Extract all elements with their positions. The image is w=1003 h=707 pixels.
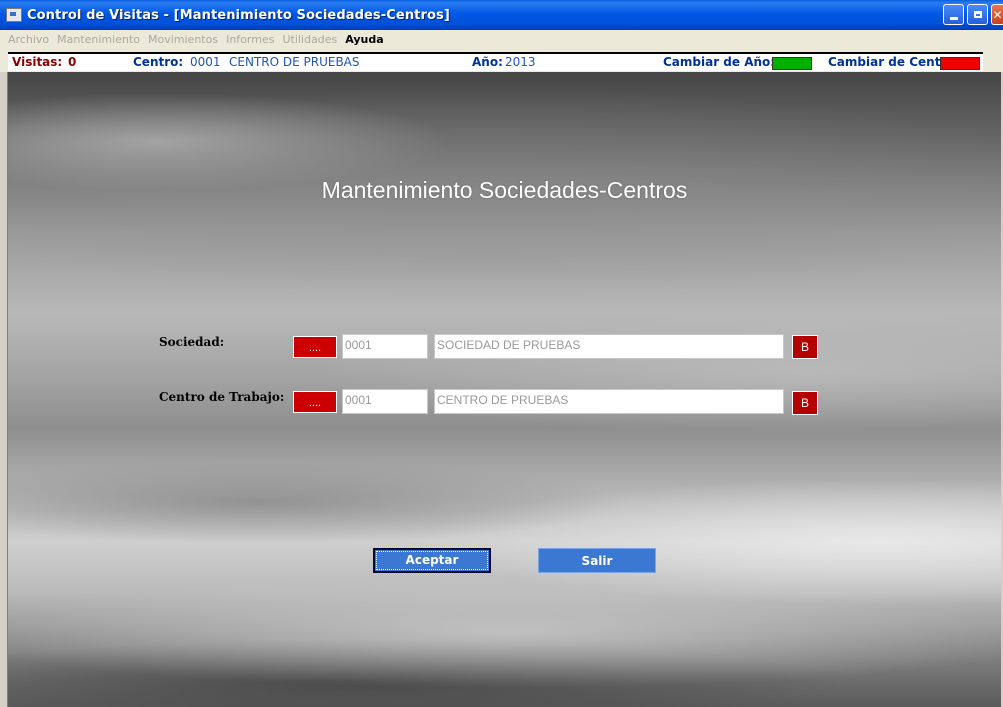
menu-mantenimiento[interactable]: Mantenimiento — [53, 33, 144, 46]
restore-icon — [973, 11, 982, 18]
page-title: Mantenimiento Sociedades-Centros — [321, 177, 688, 203]
menu-ayuda[interactable]: Ayuda — [341, 33, 387, 46]
restore-button[interactable] — [967, 4, 988, 25]
centro-label: Centro: — [133, 55, 184, 69]
visitas-label: Visitas: — [12, 55, 63, 69]
cambiar-centro-button[interactable] — [940, 57, 980, 70]
centro-code: 0001 — [190, 55, 221, 69]
close-icon: ✕ — [992, 7, 1003, 22]
centro-code-field[interactable]: 0001 — [342, 389, 428, 414]
window-app-icon[interactable] — [6, 8, 22, 22]
centro-search-button[interactable]: B — [792, 391, 818, 415]
sociedad-lookup-button[interactable]: .... — [293, 336, 337, 358]
status-bar: Visitas: 0 Centro: 0001 CENTRO DE PRUEBA… — [0, 48, 1003, 72]
sociedad-code-field[interactable]: 0001 — [342, 334, 428, 359]
menu-bar: Archivo Mantenimiento Movimientos Inform… — [0, 30, 1003, 48]
cambiar-anio-button[interactable] — [772, 57, 812, 70]
title-bar: Control de Visitas - [Mantenimiento Soci… — [0, 0, 1003, 30]
anio-value: 2013 — [505, 55, 536, 69]
menu-archivo[interactable]: Archivo — [0, 33, 53, 46]
sociedad-name-field[interactable]: SOCIEDAD DE PRUEBAS — [434, 334, 784, 359]
minimize-icon — [949, 17, 958, 20]
aceptar-button[interactable]: Aceptar — [373, 548, 491, 573]
menu-movimientos[interactable]: Movimientos — [144, 33, 222, 46]
menu-utilidades[interactable]: Utilidades — [278, 33, 341, 46]
window-title: Control de Visitas - [Mantenimiento Soci… — [27, 7, 450, 23]
close-button[interactable]: ✕ — [991, 4, 1003, 25]
menu-informes[interactable]: Informes — [222, 33, 278, 46]
window-controls: ✕ — [943, 4, 1003, 25]
form-canvas: Mantenimiento Sociedades-Centros Socieda… — [7, 72, 1001, 707]
centro-name-field[interactable]: CENTRO DE PRUEBAS — [434, 389, 784, 414]
sociedad-label: Sociedad: — [159, 335, 225, 349]
centro-lookup-button[interactable]: .... — [293, 391, 337, 413]
status-strip: Visitas: 0 Centro: 0001 CENTRO DE PRUEBA… — [8, 52, 983, 71]
centro-trabajo-label: Centro de Trabajo: — [159, 390, 285, 404]
minimize-button[interactable] — [943, 4, 964, 25]
centro-name: CENTRO DE PRUEBAS — [229, 55, 360, 69]
salir-button[interactable]: Salir — [538, 548, 656, 573]
visitas-count: 0 — [68, 55, 77, 69]
anio-label: Año: — [472, 55, 503, 69]
sociedad-search-button[interactable]: B — [792, 335, 818, 359]
cambiar-anio-label: Cambiar de Año: — [663, 55, 776, 69]
